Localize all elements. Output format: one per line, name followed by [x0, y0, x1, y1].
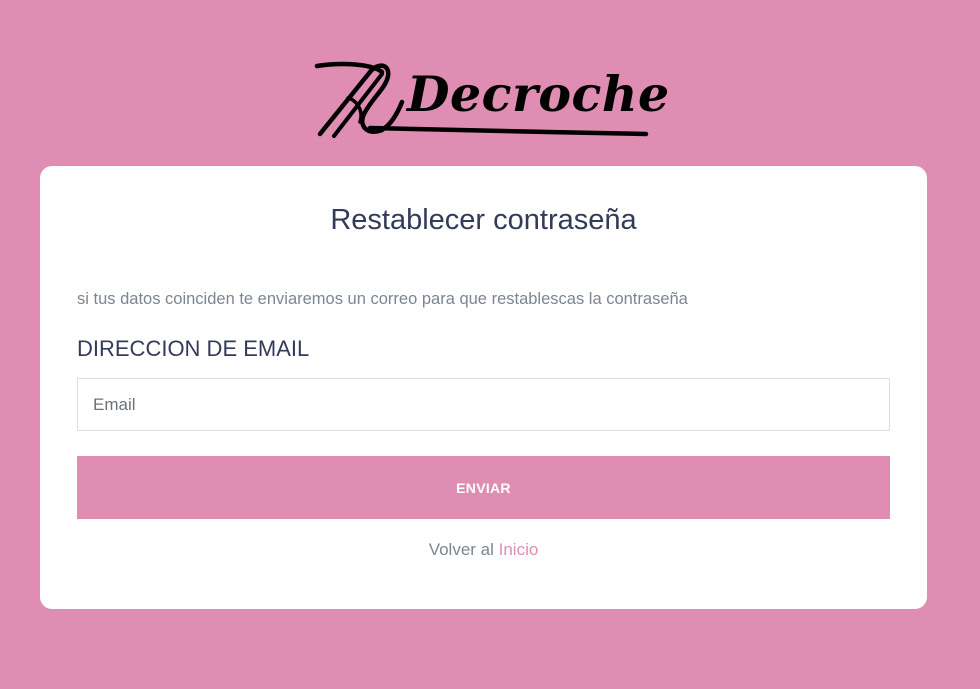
brand-logo: Decroche: [312, 58, 669, 140]
submit-button[interactable]: ENVIAR: [77, 456, 890, 519]
help-text: si tus datos coinciden te enviaremos un …: [77, 290, 688, 308]
back-prefix: Volver al: [428, 540, 494, 559]
brand-name: Decroche: [407, 65, 670, 123]
reset-password-card: Restablecer contraseña si tus datos coin…: [40, 166, 927, 609]
email-field[interactable]: [77, 378, 890, 431]
page-title: Restablecer contraseña: [330, 204, 637, 236]
email-label: DIRECCION DE EMAIL: [77, 336, 310, 361]
home-link[interactable]: Inicio: [499, 540, 539, 559]
back-to-home: Volver al Inicio: [40, 539, 927, 561]
